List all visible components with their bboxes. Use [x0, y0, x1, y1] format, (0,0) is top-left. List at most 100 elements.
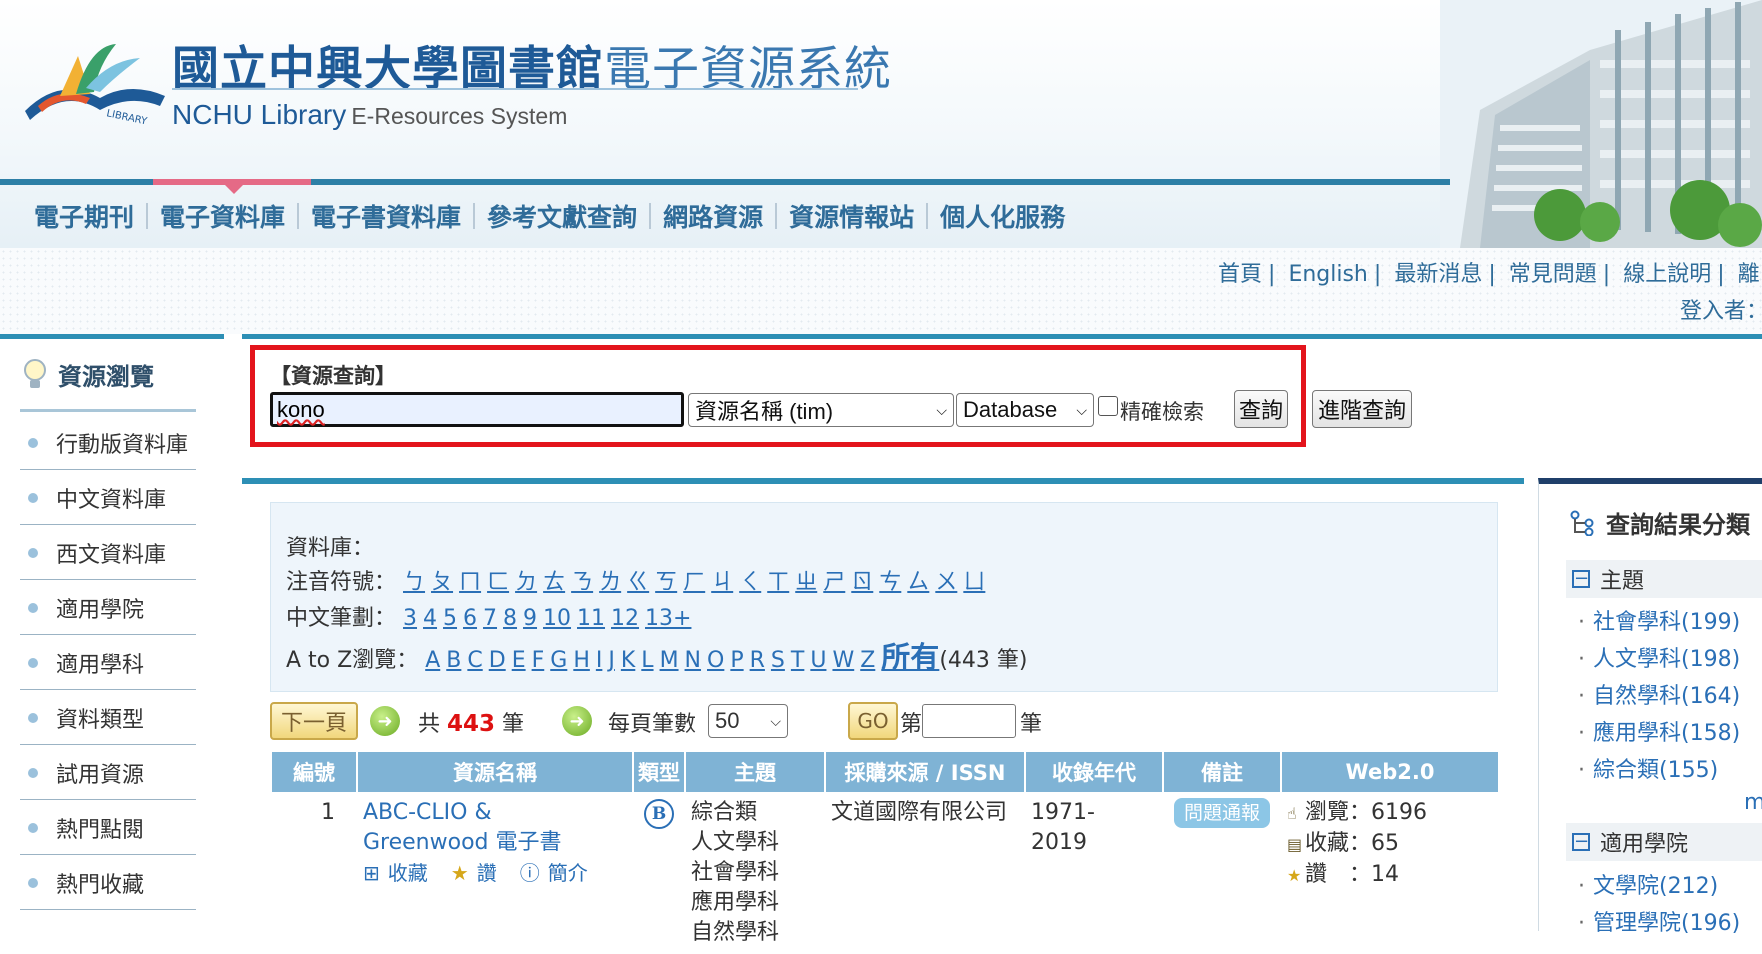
search-field-select[interactable]: 資源名稱 (tim) ⌵: [688, 393, 954, 427]
zhuyin-link[interactable]: ㄕ: [823, 570, 845, 595]
zhuyin-link[interactable]: ㄋ: [571, 570, 593, 595]
zhuyin-link[interactable]: ㄖ: [851, 570, 873, 595]
zhuyin-link[interactable]: ㄨ: [935, 570, 957, 595]
facet-item[interactable]: · 應用學科(158): [1578, 715, 1740, 752]
zhuyin-link[interactable]: ㄍ: [627, 570, 649, 595]
facet-section-subject[interactable]: − 主題: [1566, 560, 1762, 598]
letter-link[interactable]: B: [446, 648, 461, 673]
zhuyin-link[interactable]: ㄆ: [431, 570, 453, 595]
col-header-source[interactable]: 採購來源 / ISSN: [825, 752, 1026, 792]
letter-link[interactable]: C: [467, 648, 482, 673]
facet-item[interactable]: · 社會學科(199): [1578, 604, 1740, 641]
stroke-link[interactable]: 6: [463, 606, 477, 631]
like-action[interactable]: ★ 讚: [451, 861, 505, 885]
facet-item[interactable]: · 文學院(212): [1578, 868, 1740, 905]
stroke-link[interactable]: 12: [611, 606, 639, 631]
search-button[interactable]: 查詢: [1234, 390, 1288, 428]
sidebar-item-popular-views[interactable]: 熱門點閱: [20, 802, 196, 855]
zhuyin-link[interactable]: ㄏ: [683, 570, 705, 595]
library-logo-icon[interactable]: LIBRARY: [20, 36, 170, 126]
link-faq[interactable]: 常見問題: [1509, 262, 1597, 287]
letter-link[interactable]: R: [750, 648, 765, 673]
zhuyin-link[interactable]: ㄊ: [543, 570, 565, 595]
go-button[interactable]: GO: [848, 702, 898, 740]
col-header-subject[interactable]: 主題: [685, 752, 826, 792]
letter-link[interactable]: W: [832, 648, 854, 673]
zhuyin-link[interactable]: ㄓ: [795, 570, 817, 595]
nav-item-web-resources[interactable]: 網路資源: [663, 198, 763, 234]
zhuyin-link[interactable]: ㄒ: [767, 570, 789, 595]
col-header-no[interactable]: 編號: [272, 752, 358, 792]
sidebar-item-chinese-databases[interactable]: 中文資料庫: [20, 472, 196, 525]
letter-link[interactable]: I: [596, 648, 603, 673]
letter-link[interactable]: F: [532, 648, 545, 673]
col-header-note[interactable]: 備註: [1163, 752, 1282, 792]
letter-link[interactable]: L: [641, 648, 653, 673]
sidebar-item-subjects[interactable]: 適用學科: [20, 637, 196, 690]
advanced-search-button[interactable]: 進階查詢: [1312, 390, 1412, 428]
letter-link[interactable]: N: [685, 648, 701, 673]
col-header-years[interactable]: 收錄年代: [1025, 752, 1164, 792]
link-online-help[interactable]: 線上說明: [1623, 262, 1711, 287]
link-home[interactable]: 首頁: [1218, 262, 1262, 287]
resource-title-link[interactable]: ABC-CLIO & Greenwood 電子書: [363, 798, 627, 858]
link-news[interactable]: 最新消息: [1394, 262, 1482, 287]
letter-link[interactable]: P: [730, 648, 743, 673]
per-page-select[interactable]: 50 ⌵: [708, 704, 788, 738]
stroke-link[interactable]: 5: [443, 606, 457, 631]
nav-item-e-books[interactable]: 電子書資料庫: [311, 198, 461, 234]
sidebar-item-colleges[interactable]: 適用學院: [20, 582, 196, 635]
letter-link[interactable]: A: [425, 648, 440, 673]
letter-link[interactable]: S: [771, 648, 785, 673]
letter-link[interactable]: U: [810, 648, 826, 673]
facet-item[interactable]: · 自然學科(164): [1578, 678, 1740, 715]
browse-all-link[interactable]: 所有: [881, 640, 939, 674]
letter-link[interactable]: M: [660, 648, 679, 673]
report-problem-button[interactable]: 問題通報: [1173, 798, 1270, 828]
stroke-link[interactable]: 4: [423, 606, 437, 631]
zhuyin-link[interactable]: ㄉ: [515, 570, 537, 595]
facet-item[interactable]: · 管理學院(196): [1578, 905, 1740, 942]
facet-item[interactable]: · 綜合類(155): [1578, 752, 1740, 789]
letter-link[interactable]: E: [512, 648, 526, 673]
zhuyin-link[interactable]: ㄐ: [711, 570, 733, 595]
zhuyin-link[interactable]: ㄘ: [879, 570, 901, 595]
sidebar-item-popular-collections[interactable]: 熱門收藏: [20, 857, 196, 910]
zhuyin-link[interactable]: ㄌ: [599, 570, 621, 595]
stroke-link[interactable]: 7: [483, 606, 497, 631]
facet-item[interactable]: · 人文學科(198): [1578, 641, 1740, 678]
zhuyin-link[interactable]: ㄑ: [739, 570, 761, 595]
col-header-name[interactable]: 資源名稱: [357, 752, 634, 792]
col-header-type[interactable]: 類型: [633, 752, 686, 792]
facet-section-college[interactable]: − 適用學院: [1566, 823, 1762, 861]
link-logout[interactable]: 離: [1738, 262, 1760, 287]
exact-search-checkbox[interactable]: [1098, 396, 1118, 416]
facet-more-link[interactable]: m: [1744, 790, 1762, 815]
letter-link[interactable]: K: [621, 648, 635, 673]
zhuyin-link[interactable]: ㄩ: [963, 570, 985, 595]
col-header-web2[interactable]: Web2.0: [1281, 752, 1498, 792]
letter-link[interactable]: T: [791, 648, 804, 673]
nav-item-resource-news[interactable]: 資源情報站: [789, 198, 914, 234]
intro-action[interactable]: ⓘ 簡介: [520, 861, 596, 885]
zhuyin-link[interactable]: ㄇ: [459, 570, 481, 595]
resource-type-select[interactable]: Database ⌵: [956, 393, 1094, 427]
collect-action[interactable]: ⊞ 收藏: [363, 861, 436, 885]
link-english[interactable]: English: [1288, 262, 1367, 287]
sidebar-item-data-types[interactable]: 資料類型: [20, 692, 196, 745]
zhuyin-link[interactable]: ㄙ: [907, 570, 929, 595]
letter-link[interactable]: D: [489, 648, 506, 673]
zhuyin-link[interactable]: ㄈ: [487, 570, 509, 595]
nav-item-e-journals[interactable]: 電子期刊: [34, 198, 134, 234]
stroke-link[interactable]: 13+: [645, 606, 691, 631]
zhuyin-link[interactable]: ㄅ: [403, 570, 425, 595]
sidebar-item-mobile-databases[interactable]: 行動版資料庫: [20, 417, 196, 470]
letter-link[interactable]: J: [608, 648, 615, 673]
stroke-link[interactable]: 9: [523, 606, 537, 631]
page-number-input[interactable]: [922, 704, 1016, 738]
stroke-link[interactable]: 3: [403, 606, 417, 631]
stroke-link[interactable]: 10: [543, 606, 571, 631]
next-page-button[interactable]: 下一頁: [270, 702, 358, 740]
letter-link[interactable]: Z: [860, 648, 875, 673]
search-keyword-input[interactable]: kono: [270, 392, 684, 427]
